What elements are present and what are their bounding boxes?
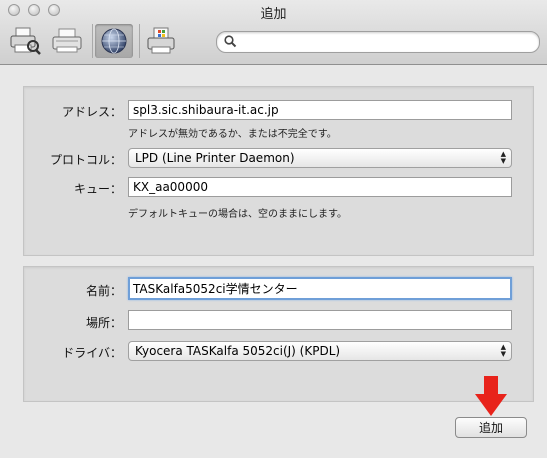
windows-printer-icon — [147, 27, 175, 54]
windows-printer-button[interactable] — [142, 24, 180, 58]
add-button[interactable]: 追加 — [455, 417, 527, 438]
queue-field[interactable]: KX_aa00000 — [128, 177, 512, 197]
name-label: 名前： — [85, 284, 122, 298]
ip-globe-icon — [101, 28, 127, 54]
default-printer-icon — [10, 27, 41, 55]
search-field[interactable] — [216, 31, 540, 53]
add-printer-window: 追加 アドレス： spl3.sic.shibaura-it.ac.jp アドレス… — [0, 0, 547, 458]
protocol-select[interactable]: LPD (Line Printer Daemon) ▲ ▼ — [128, 148, 512, 168]
protocol-label: プロトコル： — [49, 153, 122, 167]
search-input[interactable] — [241, 33, 531, 51]
window-title: 追加 — [260, 7, 287, 22]
toolbar-separator — [139, 24, 140, 58]
search-icon — [224, 35, 237, 48]
name-field[interactable]: TASKalfa5052ci学情センター — [128, 277, 512, 300]
ip-printer-button[interactable] — [95, 24, 133, 58]
protocol-value: LPD (Line Printer Daemon) — [135, 151, 295, 165]
queue-label: キュー： — [73, 182, 122, 196]
red-arrow-icon — [475, 376, 507, 416]
fax-icon — [52, 28, 82, 53]
address-status: アドレスが無効であるか、または不完全です。 — [128, 129, 337, 140]
driver-value: Kyocera TASKalfa 5052ci(J) (KPDL) — [135, 344, 341, 358]
driver-label: ドライバ： — [62, 346, 122, 360]
up-down-arrows-icon: ▲ ▼ — [500, 343, 506, 358]
address-field[interactable]: spl3.sic.shibaura-it.ac.jp — [128, 100, 512, 120]
toolbar-separator — [92, 24, 93, 58]
location-field[interactable] — [128, 310, 512, 330]
driver-select[interactable]: Kyocera TASKalfa 5052ci(J) (KPDL) ▲ ▼ — [128, 341, 512, 361]
address-label: アドレス： — [61, 105, 122, 119]
fax-button[interactable] — [48, 24, 86, 58]
default-printer-button[interactable] — [6, 24, 44, 58]
connection-panel: アドレス： spl3.sic.shibaura-it.ac.jp アドレスが無効… — [23, 86, 534, 256]
queue-hint: デフォルトキューの場合は、空のままにします。 — [128, 209, 347, 220]
up-down-arrows-icon: ▲ ▼ — [500, 150, 506, 165]
title-bar: 追加 — [0, 0, 547, 65]
location-label: 場所： — [85, 316, 122, 330]
toolbar — [6, 22, 184, 60]
printer-info-panel: 名前： TASKalfa5052ci学情センター 場所： ドライバ： Kyoce… — [23, 266, 534, 402]
